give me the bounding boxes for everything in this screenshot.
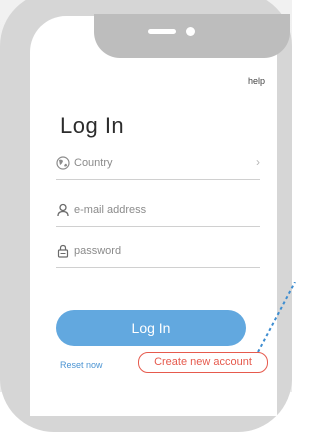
email-field[interactable]: e-mail address (56, 200, 260, 227)
country-label: Country (74, 157, 113, 169)
password-placeholder: password (74, 245, 122, 257)
email-placeholder: e-mail address (74, 204, 147, 216)
camera-icon (186, 27, 195, 36)
user-icon (57, 203, 69, 217)
page-title: Log In (60, 113, 125, 138)
globe-icon (56, 156, 70, 170)
speaker-icon (148, 29, 176, 34)
help-link[interactable]: help (248, 76, 265, 86)
password-field[interactable]: password (56, 241, 260, 268)
login-button[interactable]: Log In (56, 310, 246, 346)
country-select[interactable]: Country › (56, 153, 260, 180)
lock-icon (57, 244, 69, 258)
device-notch (94, 14, 290, 58)
annotation-line (257, 282, 296, 353)
create-account-link[interactable]: Create new account (138, 352, 268, 373)
reset-link[interactable]: Reset now (60, 360, 103, 370)
chevron-right-icon: › (256, 155, 260, 169)
